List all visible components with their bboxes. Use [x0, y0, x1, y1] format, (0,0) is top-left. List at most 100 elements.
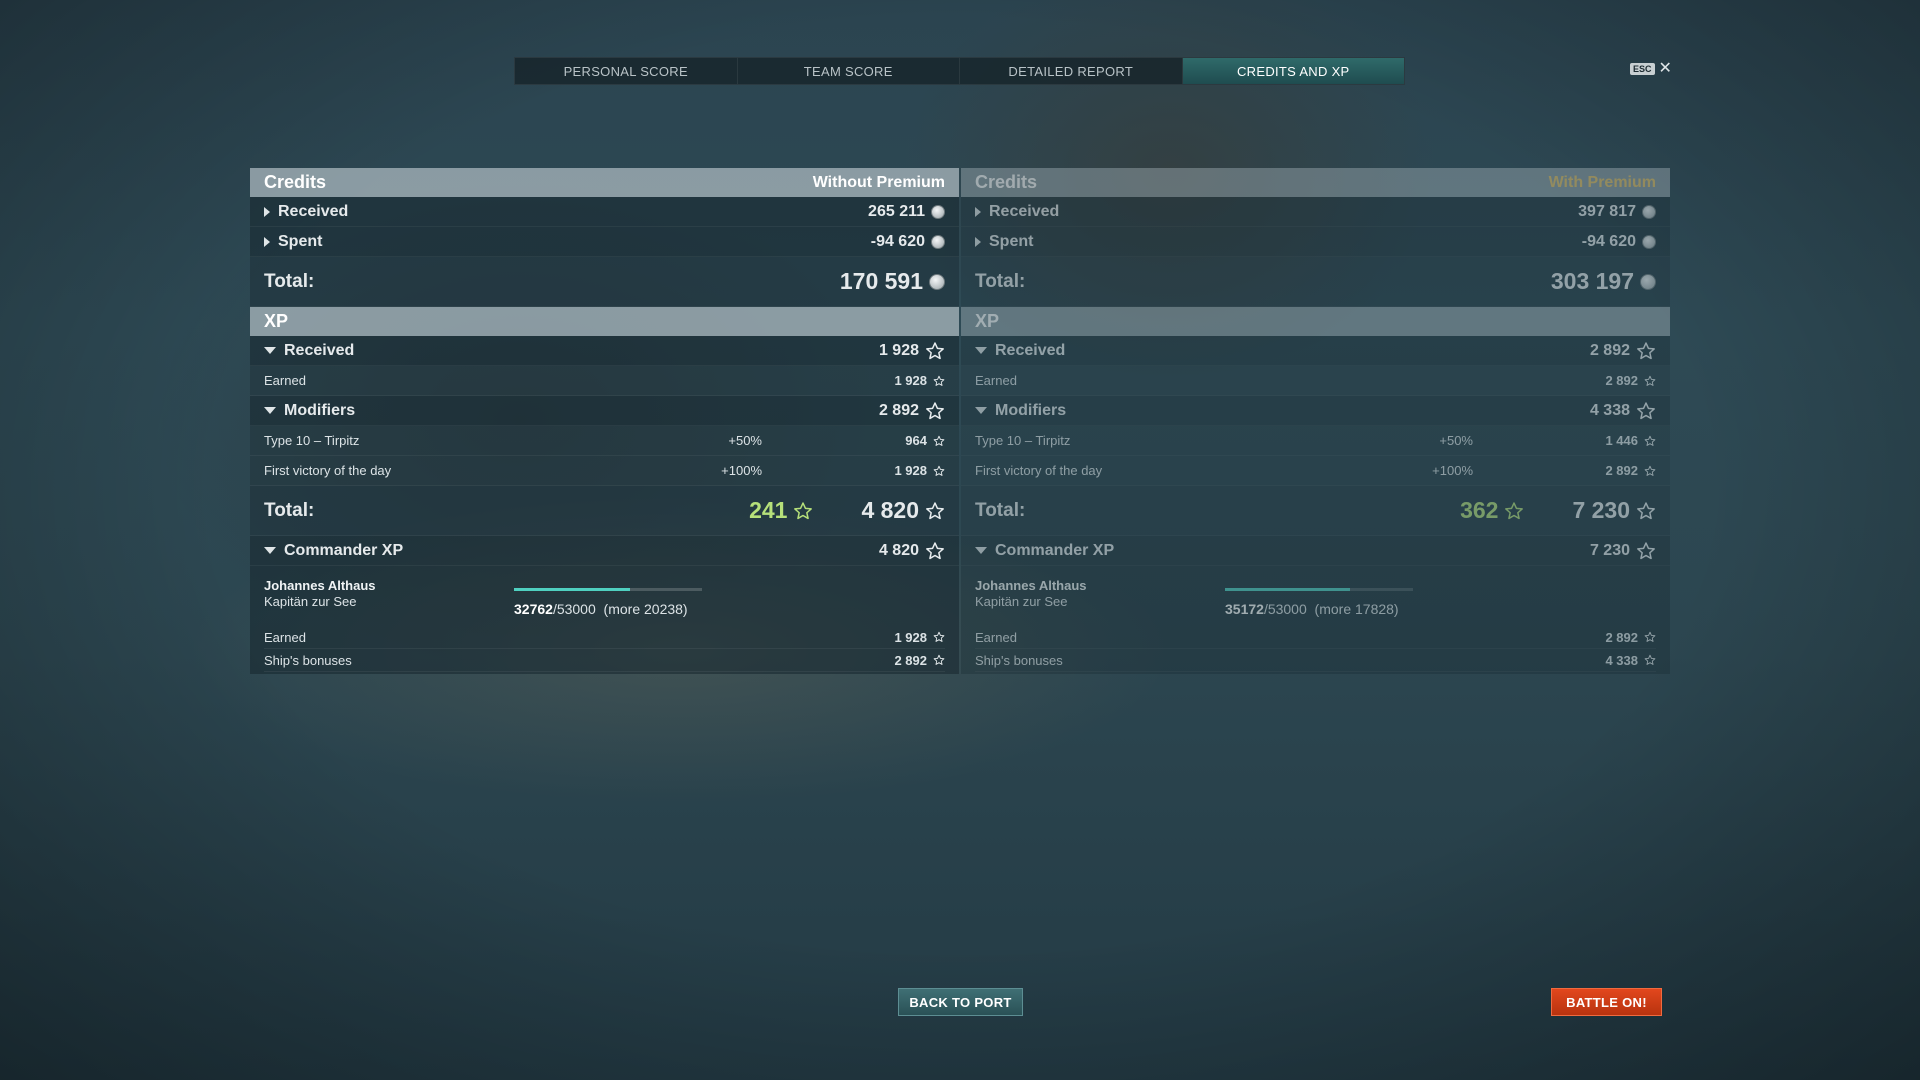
credits-title: Credits: [264, 172, 327, 192]
tab-detailed-report[interactable]: DETAILED REPORT: [960, 58, 1183, 84]
commander-xp-row[interactable]: Commander XP 4 820: [250, 536, 959, 566]
commander-progress-bar: [514, 588, 702, 591]
xp-star-icon: [1644, 375, 1656, 387]
xp-received-row[interactable]: Received 1 928: [250, 336, 959, 366]
modifier-percent: +100%: [1432, 463, 1473, 478]
xp-total-row: Total: 241 4 820: [250, 486, 959, 536]
credits-spent-row[interactable]: Spent -94 620: [250, 227, 959, 257]
xp-earned-row: Earned 2 892: [961, 366, 1670, 396]
commander-xp-row[interactable]: Commander XP 7 230: [961, 536, 1670, 566]
premium-mode-label: With Premium: [1548, 173, 1656, 191]
commander-bonus-row: Ship's bonuses 4 338: [975, 649, 1656, 672]
modifier-value: 964: [905, 433, 927, 448]
collapse-caret-icon[interactable]: [975, 407, 987, 414]
credits-spent-row[interactable]: Spent -94 620: [961, 227, 1670, 257]
commander-bonus-row: Ship's bonuses 2 892: [264, 649, 945, 672]
xp-star-icon: [933, 465, 945, 477]
credits-spent-label: Spent: [278, 232, 323, 250]
back-to-port-button[interactable]: BACK TO PORT: [898, 988, 1023, 1016]
collapse-caret-icon[interactable]: [264, 407, 276, 414]
collapse-caret-icon[interactable]: [264, 347, 276, 354]
progress-more: (more 20238): [603, 601, 688, 617]
credits-title: Credits: [975, 172, 1038, 192]
xp-star-icon: [1644, 435, 1656, 447]
xp-modifiers-value: 4 338: [1589, 401, 1630, 419]
modifier-label: Type 10 – Tirpitz: [975, 433, 1071, 448]
xp-star-icon: [925, 401, 945, 421]
credits-received-value: 397 817: [1578, 202, 1636, 220]
xp-title: XP: [264, 311, 289, 331]
xp-star-icon: [933, 375, 945, 387]
xp-total-row: Total: 362 7 230: [961, 486, 1670, 536]
collapse-caret-icon[interactable]: [975, 547, 987, 554]
modifier-row-ship: Type 10 – Tirpitz +50% 1 446: [961, 426, 1670, 456]
xp-star-icon: [1644, 631, 1656, 643]
xp-modifiers-value: 2 892: [878, 401, 919, 419]
commander-bonus-label: Ship's bonuses: [264, 652, 352, 668]
commander-details: Johannes Althaus Kapitän zur See 32762/5…: [250, 566, 959, 674]
credits-coin-icon: [1642, 234, 1656, 249]
xp-star-icon: [933, 654, 945, 666]
xp-received-label: Received: [284, 341, 355, 359]
free-xp-star-icon: [793, 501, 813, 521]
esc-key-label: ESC: [1630, 63, 1655, 75]
xp-header: XP: [250, 307, 959, 336]
xp-star-icon: [1636, 401, 1656, 421]
xp-modifiers-row[interactable]: Modifiers 2 892: [250, 396, 959, 426]
esc-close-button[interactable]: ESC ✕: [1630, 61, 1672, 77]
commander-earned-value: 1 928: [894, 629, 927, 645]
modifier-label: First victory of the day: [975, 463, 1103, 478]
credits-received-row[interactable]: Received 265 211: [250, 197, 959, 227]
expand-caret-icon[interactable]: [264, 206, 270, 217]
modifier-label: First victory of the day: [264, 463, 392, 478]
xp-modifiers-row[interactable]: Modifiers 4 338: [961, 396, 1670, 426]
commander-progress-text: 35172/53000 (more 17828): [1225, 601, 1399, 617]
close-icon[interactable]: ✕: [1659, 61, 1672, 77]
credits-received-row[interactable]: Received 397 817: [961, 197, 1670, 227]
commander-earned-row: Earned 2 892: [975, 626, 1656, 649]
xp-earned-label: Earned: [264, 373, 306, 388]
modifier-value: 2 892: [1605, 463, 1638, 478]
credits-total-value: 303 197: [1550, 268, 1634, 294]
progress-max: /53000: [1263, 601, 1307, 617]
expand-caret-icon[interactable]: [975, 206, 981, 217]
commander-earned-label: Earned: [264, 629, 306, 645]
xp-received-value: 1 928: [878, 341, 919, 359]
commander-details: Johannes Althaus Kapitän zur See 35172/5…: [961, 566, 1670, 674]
credits-total-label: Total:: [975, 270, 1026, 292]
xp-star-icon: [925, 341, 945, 361]
tab-credits-and-xp[interactable]: CREDITS AND XP: [1182, 58, 1404, 84]
xp-star-icon: [925, 501, 945, 521]
credits-total-label: Total:: [264, 270, 315, 292]
expand-caret-icon[interactable]: [975, 236, 981, 247]
credits-spent-value: -94 620: [1581, 232, 1636, 250]
credits-coin-icon: [929, 273, 945, 290]
modifier-value: 1 928: [894, 463, 927, 478]
modifier-row-ship: Type 10 – Tirpitz +50% 964: [250, 426, 959, 456]
commander-bonus-label: Ship's bonuses: [975, 652, 1063, 668]
premium-mode-label: Without Premium: [812, 173, 945, 191]
commander-xp-value: 4 820: [878, 541, 919, 559]
collapse-caret-icon[interactable]: [975, 347, 987, 354]
xp-star-icon: [1636, 341, 1656, 361]
progress-more: (more 17828): [1314, 601, 1399, 617]
tab-team-score[interactable]: TEAM SCORE: [738, 58, 960, 84]
xp-modifiers-label: Modifiers: [284, 401, 356, 419]
battle-on-button[interactable]: BATTLE ON!: [1551, 988, 1662, 1016]
xp-star-icon: [933, 435, 945, 447]
xp-total-label: Total:: [975, 499, 1026, 521]
xp-received-row[interactable]: Received 2 892: [961, 336, 1670, 366]
xp-star-icon: [925, 541, 945, 561]
credits-header: Credits Without Premium: [250, 168, 959, 197]
credits-total-value: 170 591: [839, 268, 923, 294]
expand-caret-icon[interactable]: [264, 236, 270, 247]
commander-xp-value: 7 230: [1589, 541, 1630, 559]
free-xp-value: 362: [1460, 497, 1499, 523]
credits-coin-icon: [1640, 273, 1656, 290]
xp-earned-label: Earned: [975, 373, 1017, 388]
tab-bar: PERSONAL SCORE TEAM SCORE DETAILED REPOR…: [514, 57, 1405, 85]
xp-earned-value: 1 928: [894, 373, 927, 388]
collapse-caret-icon[interactable]: [264, 547, 276, 554]
credits-received-value: 265 211: [868, 202, 925, 220]
tab-personal-score[interactable]: PERSONAL SCORE: [515, 58, 738, 84]
